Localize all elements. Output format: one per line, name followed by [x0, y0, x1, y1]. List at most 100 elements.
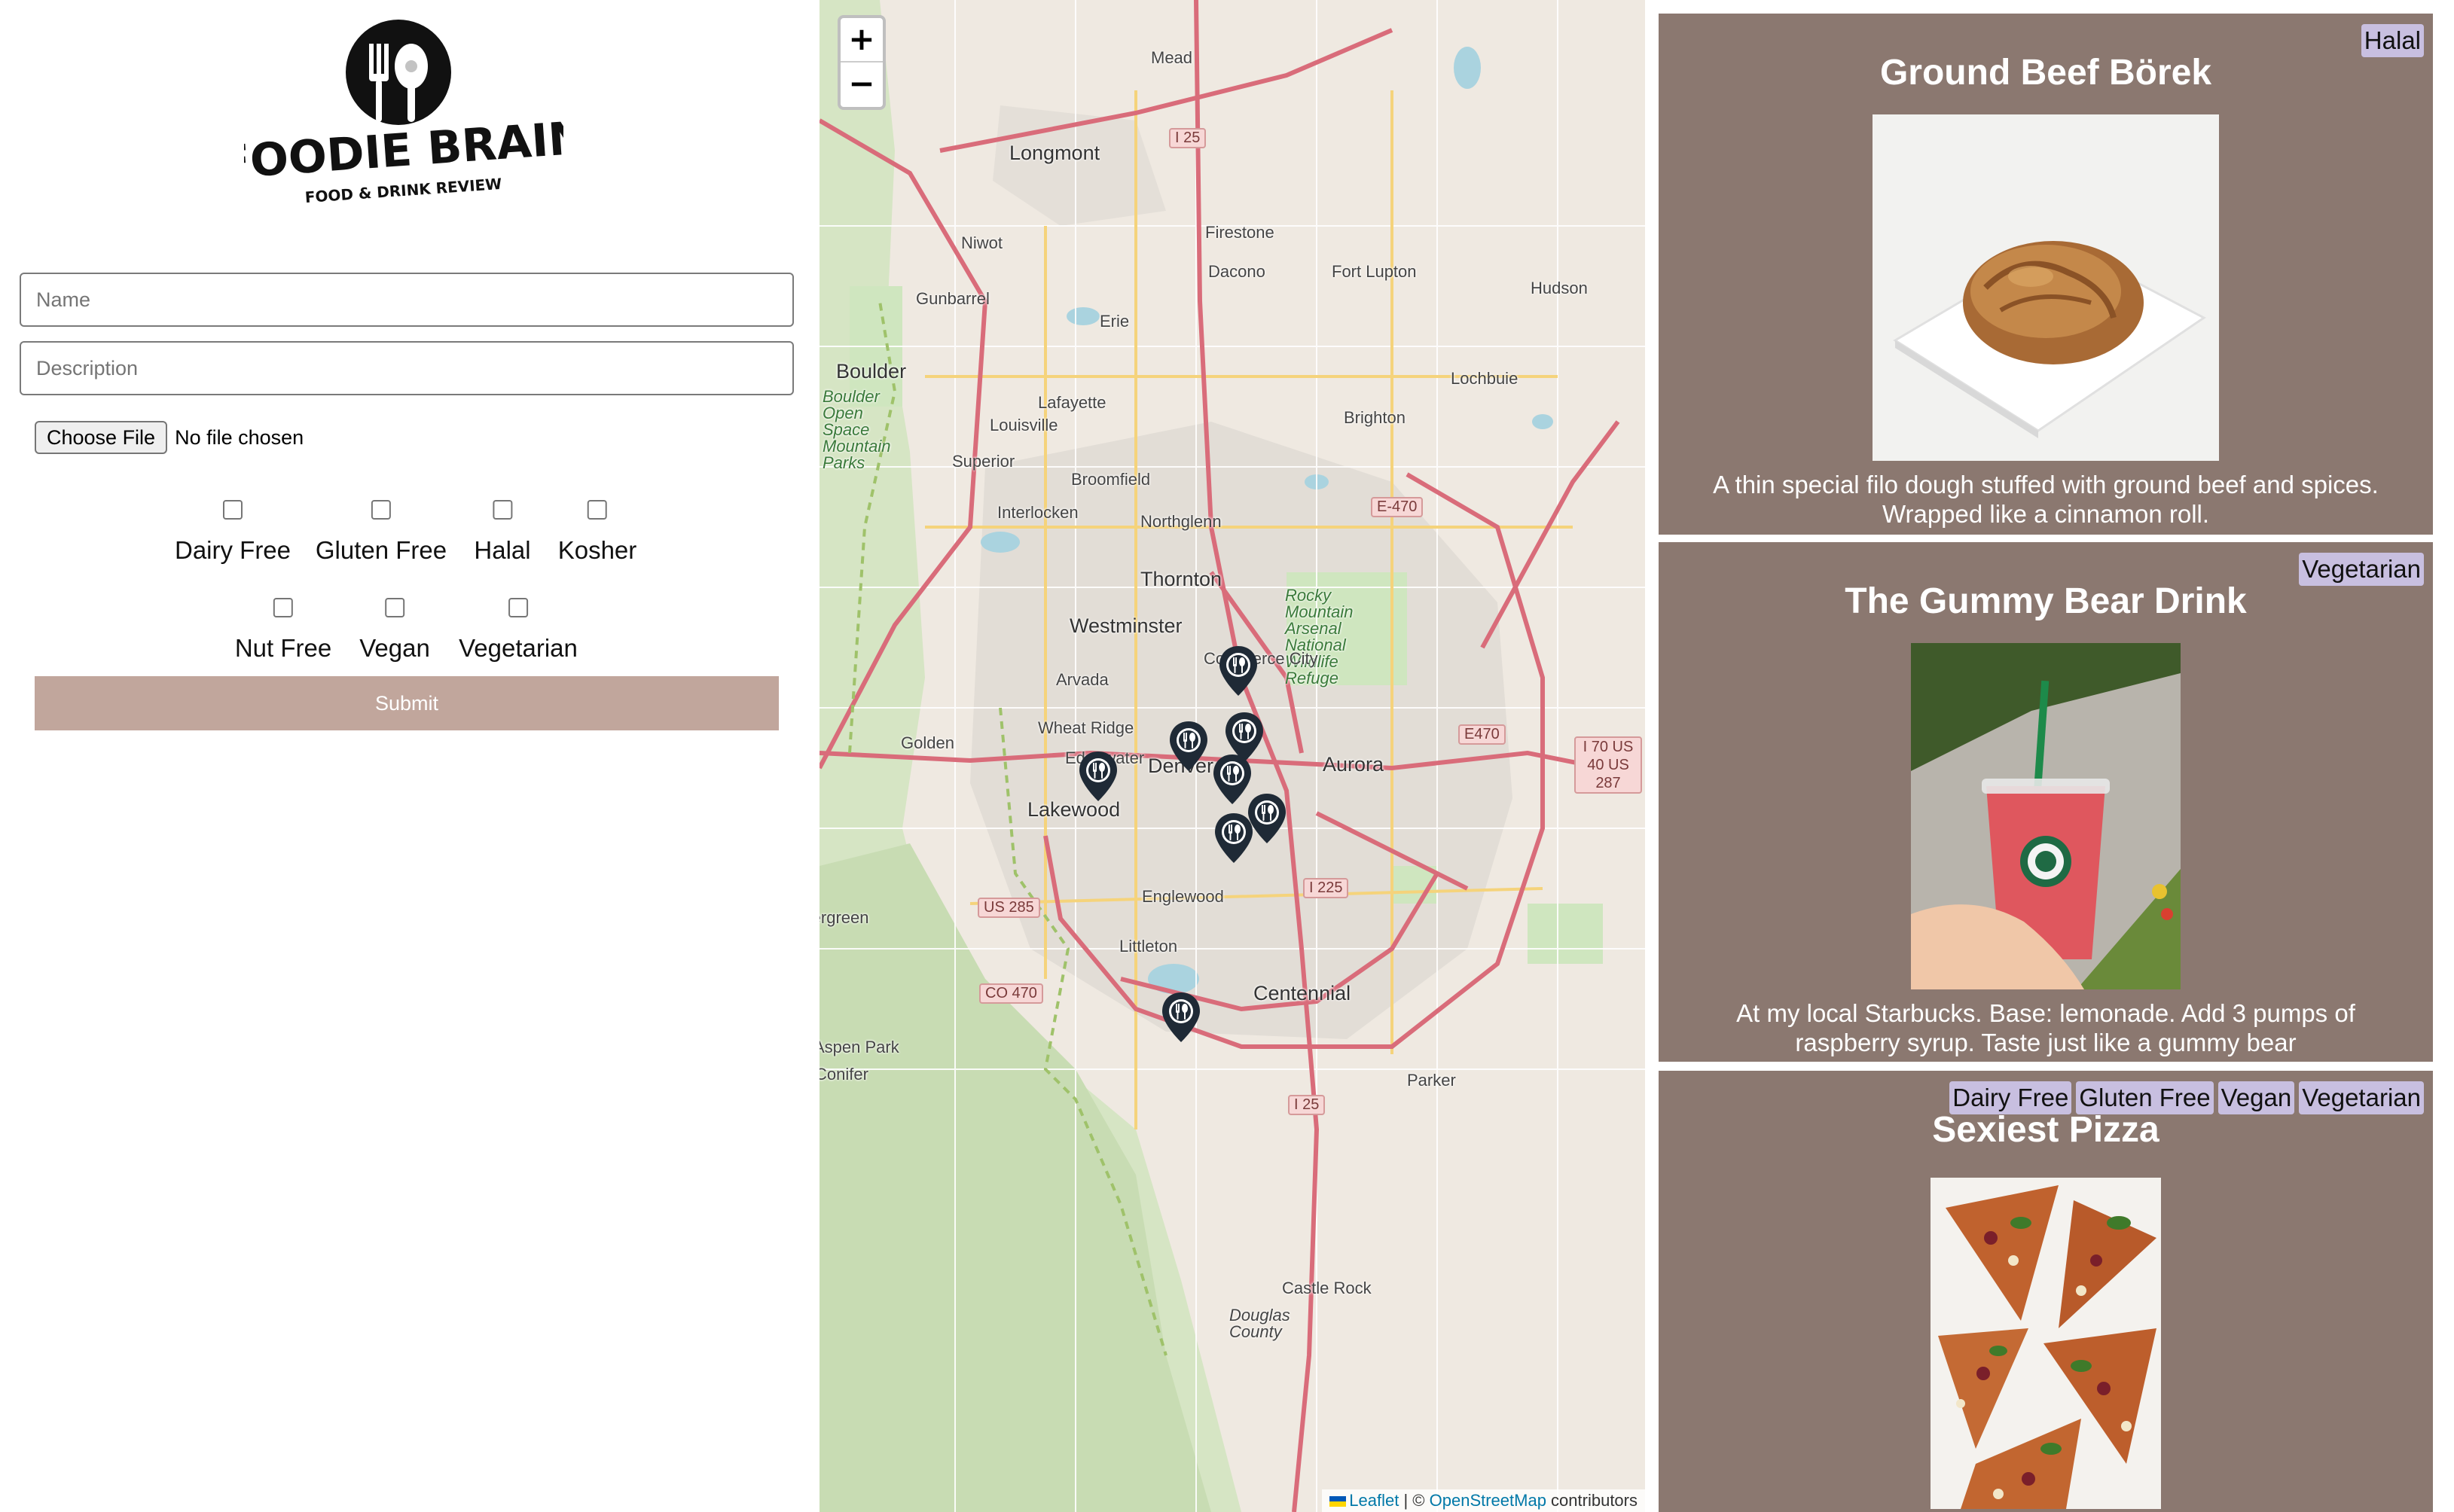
- tag-list: Dairy Free Gluten Free Vegan Vegetarian: [1949, 1081, 2424, 1114]
- map-label-thornton: Thornton: [1140, 568, 1222, 590]
- card-description: A thin special filo dough stuffed with g…: [1713, 471, 2379, 528]
- card-description: At my local Starbucks. Base: lemonade. A…: [1736, 999, 2355, 1056]
- map-label-erie: Erie: [1100, 312, 1130, 331]
- checkbox-halal-box[interactable]: [492, 500, 512, 520]
- highway-i25-north: I 25: [1169, 128, 1207, 148]
- checkbox-gluten-free[interactable]: Gluten Free: [316, 500, 447, 565]
- name-input[interactable]: [20, 273, 794, 327]
- map-label-arvada: Arvada: [1056, 670, 1109, 689]
- map-label-interlocken: Interlocken: [997, 503, 1079, 522]
- highway-e470-north: E-470: [1371, 497, 1424, 517]
- map-label-castle-rock: Castle Rock: [1282, 1279, 1372, 1297]
- card-title: Sexiest Pizza: [1932, 1110, 2159, 1150]
- review-card: Dairy Free Gluten Free Vegan Vegetarian …: [1659, 1071, 2433, 1512]
- tag-vegetarian: Vegetarian: [2299, 553, 2424, 586]
- file-status-text: No file chosen: [175, 425, 304, 449]
- ukraine-flag-icon: [1329, 1496, 1347, 1507]
- map-attribution: Leaflet | © OpenStreetMap contributors: [1322, 1489, 1645, 1512]
- map-label-golden: Golden: [901, 733, 954, 752]
- highway-i25-south: I 25: [1288, 1095, 1326, 1115]
- map-label-boulder: Boulder: [836, 360, 907, 383]
- map-label-longmont: Longmont: [1009, 142, 1100, 164]
- choose-file-button[interactable]: Choose File: [35, 421, 168, 454]
- map-label-louisville: Louisville: [990, 416, 1058, 434]
- submit-button[interactable]: Submit: [35, 676, 779, 730]
- openstreetmap-link[interactable]: OpenStreetMap: [1430, 1491, 1546, 1510]
- map-label-fort-lupton: Fort Lupton: [1332, 262, 1417, 281]
- map-label-hudson: Hudson: [1531, 279, 1588, 297]
- checkbox-kosher[interactable]: Kosher: [557, 500, 637, 565]
- attribution-suffix: contributors: [1546, 1491, 1638, 1510]
- checkbox-dairy-free-box[interactable]: [223, 500, 243, 520]
- map-label-littleton: Littleton: [1119, 937, 1178, 956]
- zoom-out-button[interactable]: −: [841, 62, 883, 107]
- checkbox-label: Vegan: [359, 634, 430, 662]
- checkbox-gluten-free-box[interactable]: [371, 500, 391, 520]
- tag-halal: Halal: [2361, 24, 2424, 57]
- checkbox-nut-free-box[interactable]: [273, 598, 293, 617]
- card-title: The Gummy Bear Drink: [1845, 581, 2247, 621]
- map-label-gunbarrel: Gunbarrel: [916, 289, 990, 308]
- fork-knife-pin-icon[interactable]: [1160, 991, 1202, 1044]
- map-label-superior: Superior: [952, 452, 1015, 471]
- leaflet-link[interactable]: Leaflet: [1349, 1491, 1399, 1510]
- highway-i70-shield: I 70 US 40 US 287: [1574, 736, 1642, 794]
- fork-knife-pin-icon[interactable]: [1077, 750, 1119, 803]
- map-label-conifer: Conifer: [820, 1065, 868, 1084]
- checkbox-label: Kosher: [557, 536, 637, 564]
- checkbox-label: Halal: [474, 536, 531, 564]
- checkbox-kosher-box[interactable]: [588, 500, 607, 520]
- map-label-open-space: Boulder Open Space Mountain Parks: [823, 387, 891, 472]
- checkbox-label: Vegetarian: [459, 634, 578, 662]
- map-view[interactable]: Mead Longmont Niwot Firestone Dacono For…: [820, 0, 1645, 1512]
- zoom-in-button[interactable]: +: [841, 18, 883, 62]
- checkbox-vegan-box[interactable]: [384, 598, 404, 617]
- map-label-niwot: Niwot: [961, 233, 1003, 252]
- map-label-northglenn: Northglenn: [1140, 512, 1222, 531]
- foodie-brain-logo: FOODIE BRAIN FOOD & DRINK REVIEW: [244, 17, 563, 209]
- map-label-wheat-ridge: Wheat Ridge: [1038, 718, 1134, 737]
- card-title: Ground Beef Börek: [1879, 53, 2212, 93]
- checkbox-vegetarian[interactable]: Vegetarian: [459, 598, 578, 663]
- checkbox-vegan[interactable]: Vegan: [359, 598, 430, 663]
- description-input[interactable]: [20, 341, 794, 395]
- tag-gluten-free: Gluten Free: [2076, 1081, 2214, 1114]
- tag-vegan: Vegan: [2217, 1081, 2295, 1114]
- review-card: Vegetarian The Gummy Bear Drink At my lo…: [1659, 542, 2433, 1062]
- pizza-slices-photo: [1931, 1178, 2161, 1509]
- map-label-centennial: Centennial: [1253, 982, 1351, 1004]
- checkbox-halal[interactable]: Halal: [474, 500, 531, 565]
- fork-knife-pin-icon[interactable]: [1213, 812, 1255, 864]
- review-card: Halal Ground Beef Börek A thin special f…: [1659, 14, 2433, 535]
- starbucks-red-drink-photo: [1911, 643, 2181, 989]
- map-label-aurora: Aurora: [1323, 753, 1384, 776]
- map-label-rocky-mountain-arsenal: Rocky Mountain Arsenal National Wildlife…: [1285, 586, 1354, 687]
- map-label-englewood: Englewood: [1142, 887, 1224, 906]
- map-label-mead: Mead: [1151, 48, 1193, 67]
- checkbox-label: Dairy Free: [174, 536, 291, 564]
- map-label-aspen-park: Aspen Park: [820, 1038, 899, 1056]
- borek-pastry-photo: [1873, 114, 2219, 461]
- map-label-parker: Parker: [1407, 1071, 1456, 1090]
- checkbox-label: Gluten Free: [315, 536, 447, 564]
- tag-vegetarian: Vegetarian: [2299, 1081, 2424, 1114]
- checkbox-dairy-free[interactable]: Dairy Free: [175, 500, 291, 565]
- tag-list: Halal: [2361, 24, 2424, 57]
- map-label-dacono: Dacono: [1208, 262, 1265, 281]
- attribution-separator: | ©: [1399, 1491, 1430, 1510]
- review-form-panel: FOODIE BRAIN FOOD & DRINK REVIEW Choose …: [0, 0, 820, 1512]
- map-label-lafayette: Lafayette: [1038, 393, 1106, 412]
- highway-co470: CO 470: [979, 983, 1043, 1004]
- fork-knife-pin-icon[interactable]: [1167, 720, 1210, 773]
- checkbox-vegetarian-box[interactable]: [508, 598, 528, 617]
- tag-list: Vegetarian: [2299, 553, 2424, 586]
- fork-knife-pin-icon[interactable]: [1217, 645, 1259, 697]
- map-label-broomfield: Broomfield: [1071, 470, 1151, 489]
- zoom-control: + −: [838, 15, 886, 110]
- checkbox-label: Nut Free: [234, 634, 332, 662]
- map-label-douglas-county: Douglas County: [1229, 1306, 1290, 1341]
- checkbox-nut-free[interactable]: Nut Free: [235, 598, 331, 663]
- map-label-firestone: Firestone: [1205, 223, 1274, 242]
- map-label-brighton: Brighton: [1344, 408, 1406, 427]
- map-label-lochbuie: Lochbuie: [1451, 369, 1518, 388]
